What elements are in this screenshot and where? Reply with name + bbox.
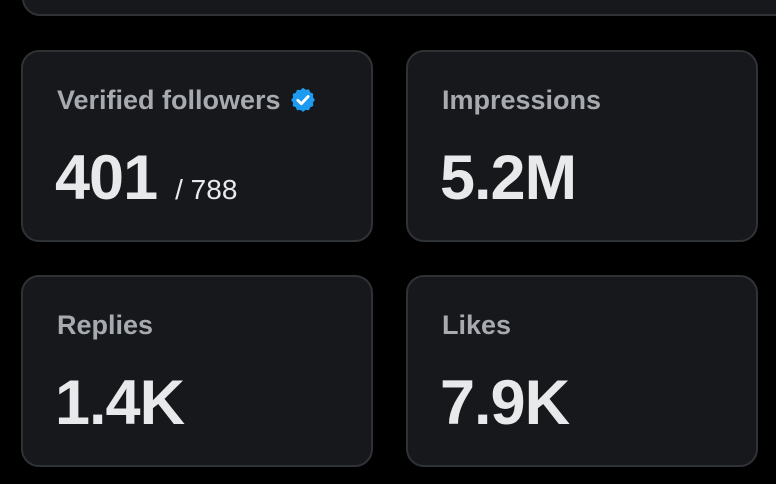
likes-values: 7.9K: [440, 368, 570, 438]
replies-label: Replies: [57, 310, 154, 340]
likes-count: 7.9K: [440, 368, 570, 438]
verified-followers-total: / 788: [175, 174, 238, 205]
replies-count: 1.4K: [55, 368, 185, 438]
replies-card[interactable]: Replies 1.4K: [21, 275, 373, 467]
replies-header: Replies: [57, 309, 153, 341]
verified-followers-header: Verified followers: [57, 84, 317, 116]
verified-followers-count: 401: [55, 143, 158, 213]
replies-values: 1.4K: [55, 368, 185, 438]
impressions-values: 5.2M: [440, 143, 577, 213]
likes-header: Likes: [442, 309, 511, 341]
verified-badge-icon: [289, 86, 317, 114]
likes-label: Likes: [442, 310, 512, 340]
verified-followers-card[interactable]: Verified followers 401 / 788: [21, 50, 373, 242]
impressions-count: 5.2M: [440, 143, 577, 213]
verified-followers-values: 401 / 788: [55, 146, 237, 210]
verified-followers-label: Verified followers: [57, 85, 281, 115]
impressions-label: Impressions: [442, 85, 602, 115]
impressions-card[interactable]: Impressions 5.2M: [406, 50, 758, 242]
analytics-overview: Verified followers 401 / 788 Impressions…: [0, 0, 776, 484]
likes-card[interactable]: Likes 7.9K: [406, 275, 758, 467]
impressions-header: Impressions: [442, 84, 601, 116]
previous-card: [22, 0, 776, 16]
